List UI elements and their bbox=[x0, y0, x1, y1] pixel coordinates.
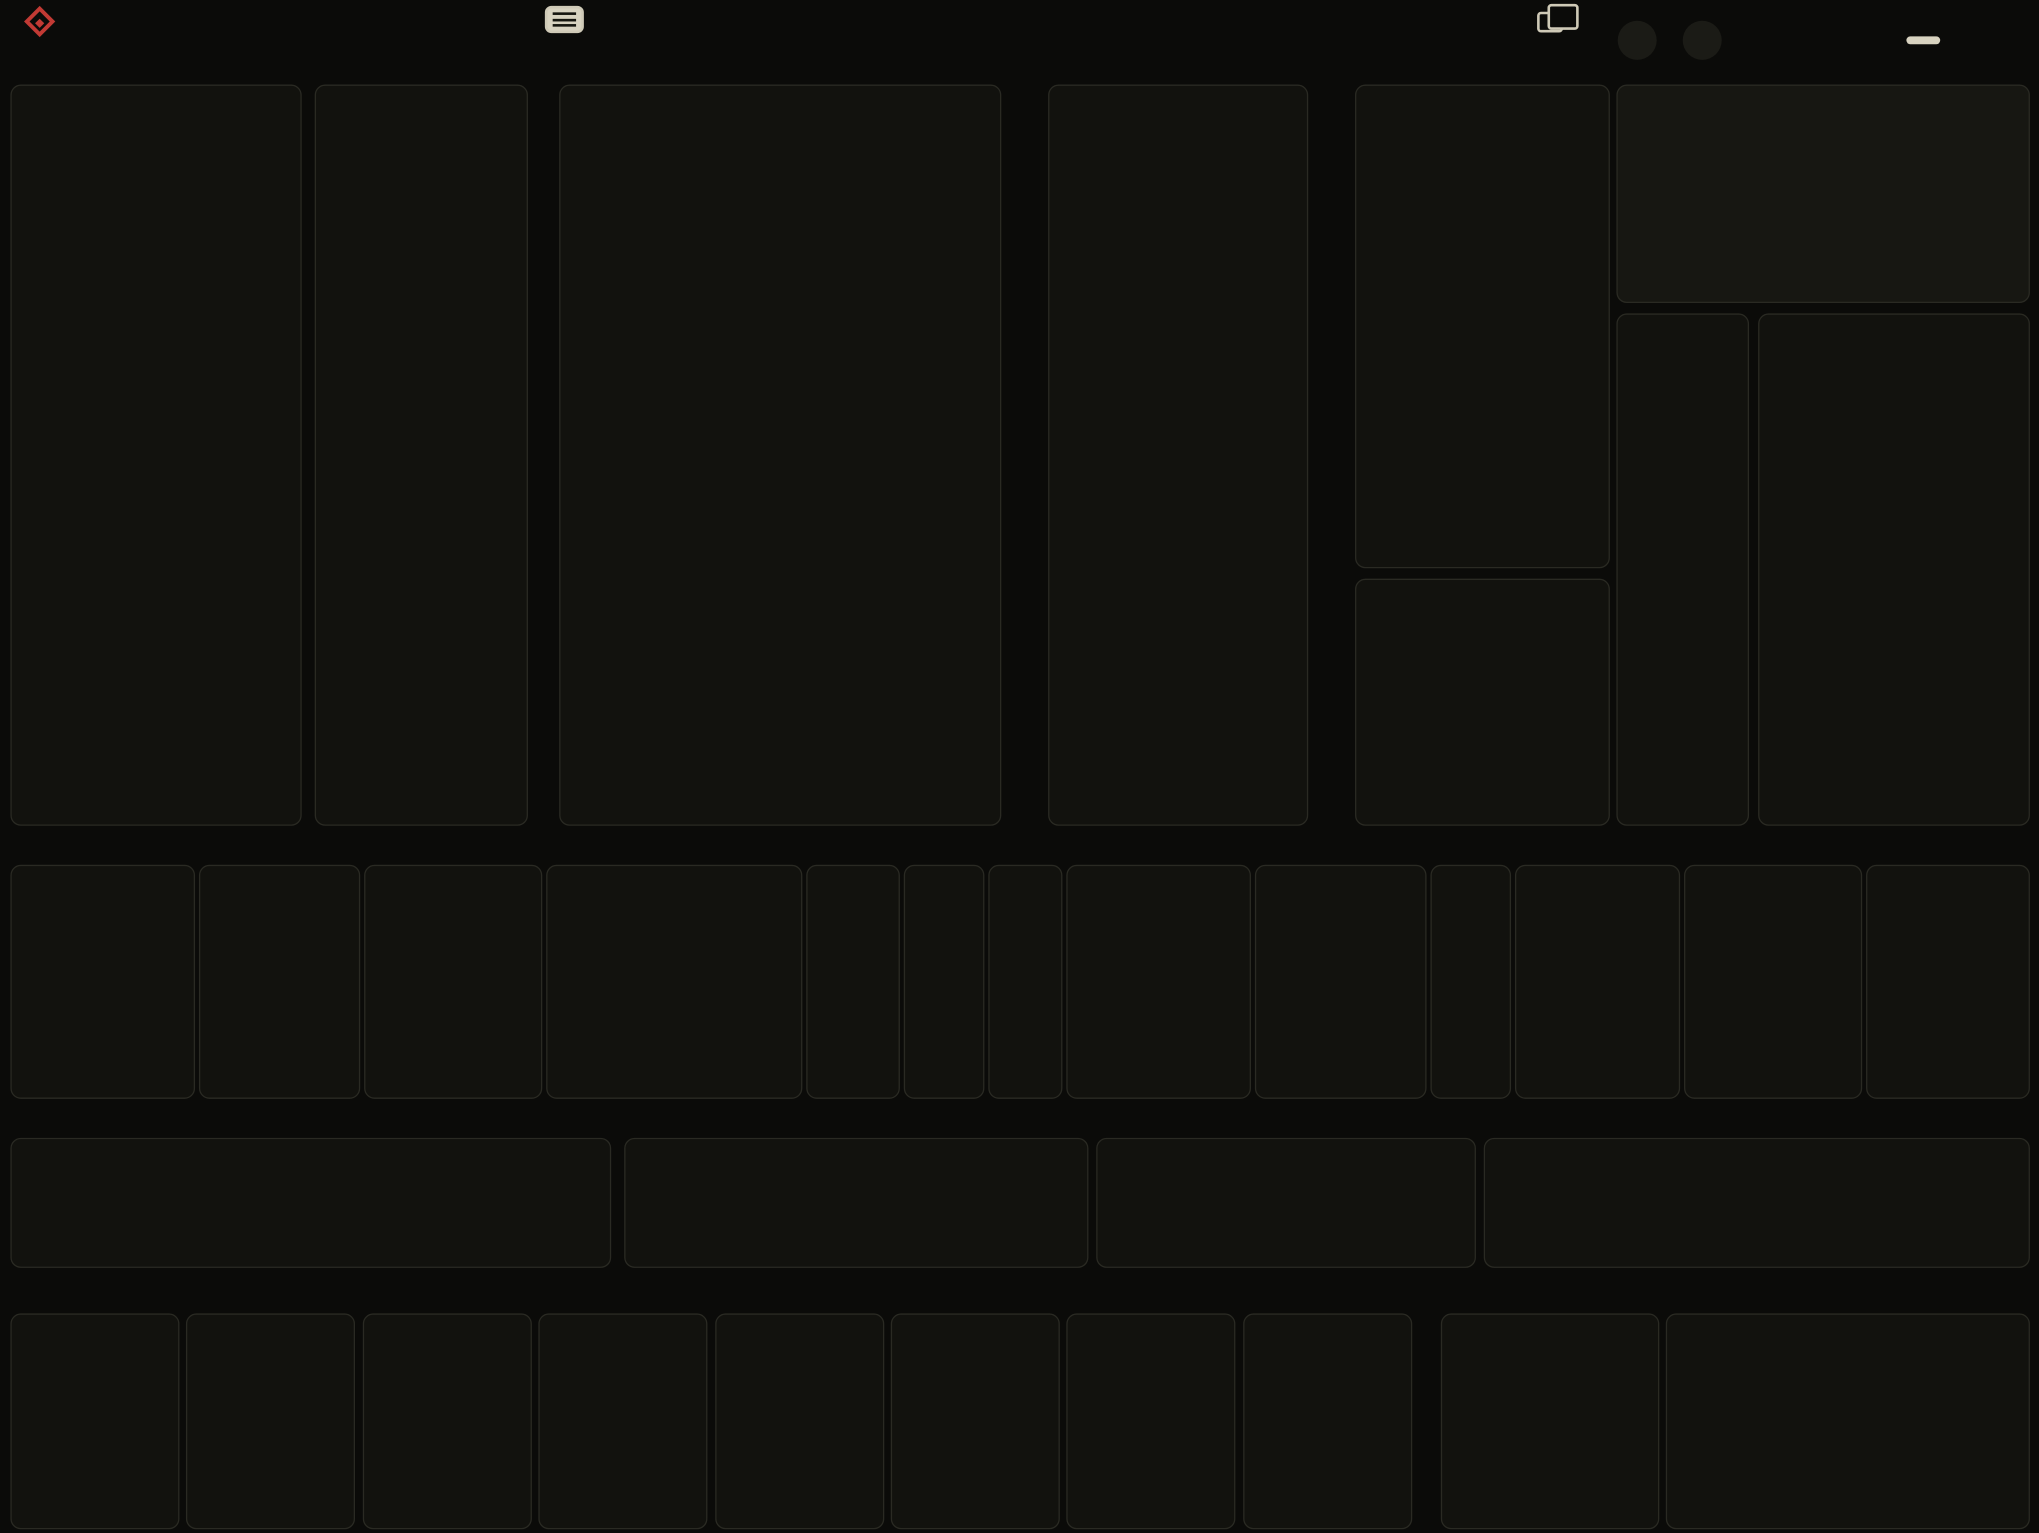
panel-invert bbox=[1430, 865, 1511, 1099]
panel-const bbox=[1515, 865, 1680, 1099]
panel-out8 bbox=[1243, 1313, 1412, 1529]
panel-out3 bbox=[363, 1313, 532, 1529]
panel-out6 bbox=[891, 1313, 1060, 1529]
panel-arp2 bbox=[1096, 1138, 1476, 1268]
panel-f2a bbox=[806, 865, 900, 1099]
panel-clock bbox=[1355, 85, 1610, 569]
app-logo-icon bbox=[29, 10, 51, 32]
panel-f2b bbox=[904, 865, 985, 1099]
panel-trig bbox=[988, 865, 1062, 1099]
panel-or bbox=[10, 865, 195, 1099]
panel-shift bbox=[559, 85, 1001, 826]
redo-button[interactable] bbox=[1683, 21, 1722, 60]
panel-converters bbox=[1048, 85, 1308, 826]
panel-not bbox=[364, 865, 542, 1099]
panel-geiger1 bbox=[1684, 865, 1862, 1099]
panel-scale bbox=[1441, 1313, 1659, 1529]
panel-demux bbox=[315, 85, 528, 826]
panel-arp1 bbox=[624, 1138, 1088, 1268]
panel-mux bbox=[10, 85, 301, 826]
sound-button[interactable] bbox=[1906, 36, 1940, 44]
panel-geiger2 bbox=[1866, 865, 2030, 1099]
panel-and bbox=[199, 865, 360, 1099]
panel-cc bbox=[1666, 1313, 2030, 1529]
panel-out7 bbox=[1066, 1313, 1235, 1529]
panel-sh bbox=[1616, 313, 1749, 825]
scene-copy-icon[interactable] bbox=[1537, 12, 1563, 33]
panel-aeb bbox=[546, 865, 802, 1099]
panel-out1 bbox=[10, 1313, 179, 1529]
panel-out2 bbox=[186, 1313, 355, 1529]
panel-hold bbox=[1355, 579, 1610, 826]
undo-button[interactable] bbox=[1618, 21, 1657, 60]
menu-icon[interactable] bbox=[545, 6, 584, 33]
panel-wire-editor bbox=[1616, 85, 2030, 303]
panel-wrapm bbox=[1066, 865, 1251, 1099]
app-window bbox=[0, 0, 2039, 1533]
panel-out4 bbox=[538, 1313, 707, 1529]
panel-out5 bbox=[715, 1313, 884, 1529]
panel-midi bbox=[10, 1138, 611, 1268]
panel-counters bbox=[1758, 313, 2030, 825]
panel-axb bbox=[1255, 865, 1427, 1099]
panel-seq bbox=[1484, 1138, 2030, 1268]
